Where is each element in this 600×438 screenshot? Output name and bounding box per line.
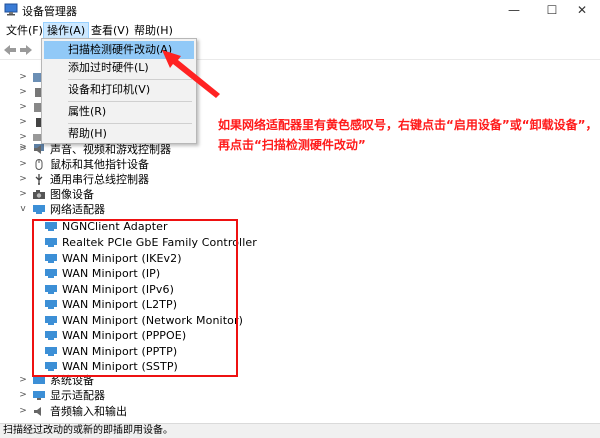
menu-separator xyxy=(68,101,192,102)
tree-category-label: 鼠标和其他指针设备 xyxy=(50,158,149,171)
chevron-right-icon[interactable]: > xyxy=(18,373,28,388)
monitor-icon xyxy=(33,391,45,400)
tree-category-sound[interactable]: > 声音、视频和游戏控制器 xyxy=(18,142,171,157)
chevron-right-icon[interactable]: > xyxy=(18,115,28,130)
device-manager-icon xyxy=(4,3,18,16)
back-button[interactable] xyxy=(2,43,18,57)
tree-category-label: 网络适配器 xyxy=(50,203,105,216)
tree-category-mouse[interactable]: > 鼠标和其他指针设备 xyxy=(18,157,149,172)
camera-icon xyxy=(33,190,45,199)
tree-category-imaging[interactable]: > 图像设备 xyxy=(18,187,94,202)
menu-action[interactable]: 操作(A) xyxy=(43,22,90,39)
window-title: 设备管理器 xyxy=(22,5,77,18)
status-bar: 扫描经过改动的或新的即插即用设备。 xyxy=(0,423,600,438)
tree-category-label: 显示适配器 xyxy=(50,389,105,402)
annotation-highlight-box xyxy=(32,219,238,377)
chevron-right-icon[interactable]: > xyxy=(18,187,28,202)
tree-category-audio[interactable]: > 音频输入和输出 xyxy=(18,404,127,419)
speaker-icon xyxy=(34,145,41,154)
chevron-right-icon[interactable]: > xyxy=(18,172,28,187)
menu-item-label: 帮助(H) xyxy=(68,127,107,140)
menu-item-label: 添加过时硬件(L) xyxy=(68,61,149,74)
tree-category-label: 声音、视频和游戏控制器 xyxy=(50,143,171,156)
menu-item-label: 设备和打印机(V) xyxy=(68,83,151,96)
tree-category-label: 图像设备 xyxy=(50,188,94,201)
chevron-down-icon[interactable]: v xyxy=(18,202,28,217)
annotation-text: 如果网络适配器里有黄色感叹号，右键点击“启用设备”或“卸载设备”，再点击“扫描检… xyxy=(218,118,598,152)
annotation-arrow-icon xyxy=(162,50,220,98)
chevron-right-icon[interactable]: > xyxy=(18,70,28,85)
tree-category-display[interactable]: > 显示适配器 xyxy=(18,388,105,403)
tree-category-label: 音频输入和输出 xyxy=(50,405,127,418)
minimize-icon: — xyxy=(508,3,520,17)
back-arrow-icon xyxy=(4,45,16,55)
close-icon: ✕ xyxy=(576,3,588,17)
chevron-right-icon[interactable]: > xyxy=(18,100,28,115)
menu-view[interactable]: 查看(V) xyxy=(88,22,132,39)
menu-separator xyxy=(68,123,192,124)
menu-item-label: 属性(R) xyxy=(68,105,107,118)
chevron-right-icon[interactable]: > xyxy=(18,388,28,403)
menu-help[interactable]: 帮助(H) xyxy=(131,22,176,39)
chevron-right-icon[interactable]: > xyxy=(18,157,28,172)
close-button[interactable]: ✕ xyxy=(560,0,600,20)
menu-properties[interactable]: 属性(R) xyxy=(44,103,194,121)
speaker-icon xyxy=(34,407,41,416)
menu-help-item[interactable]: 帮助(H) xyxy=(44,125,194,143)
tree-category-usb[interactable]: > 通用串行总线控制器 xyxy=(18,172,149,187)
tree-category-label: 通用串行总线控制器 xyxy=(50,173,149,186)
forward-button[interactable] xyxy=(18,43,34,57)
title-bar: 设备管理器 — ☐ ✕ xyxy=(0,0,600,20)
chevron-right-icon[interactable]: > xyxy=(18,85,28,100)
usb-icon xyxy=(35,174,43,185)
menu-file[interactable]: 文件(F) xyxy=(3,22,46,39)
chevron-right-icon[interactable]: > xyxy=(18,142,28,157)
tree-category-network[interactable]: v 网络适配器 xyxy=(18,202,105,217)
chevron-right-icon[interactable]: > xyxy=(18,404,28,419)
forward-arrow-icon xyxy=(20,45,32,55)
maximize-icon: ☐ xyxy=(546,3,558,17)
network-adapter-icon xyxy=(33,205,45,214)
menu-bar: 文件(F) 操作(A) 查看(V) 帮助(H) xyxy=(0,20,600,40)
mouse-icon xyxy=(35,159,43,170)
